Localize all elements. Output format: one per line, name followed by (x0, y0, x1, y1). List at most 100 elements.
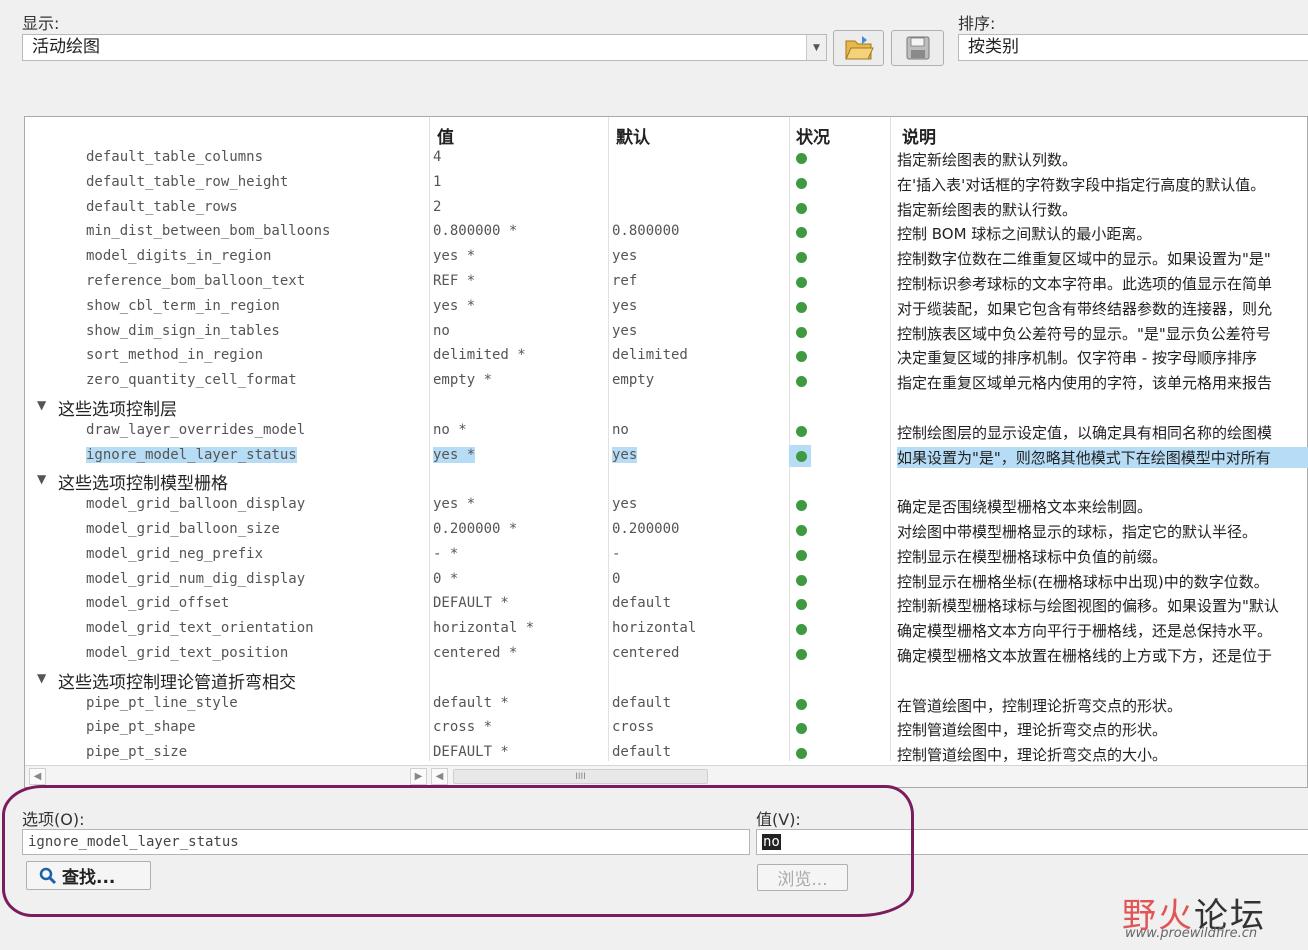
save-button[interactable] (891, 30, 944, 66)
status-dot-icon (796, 524, 807, 536)
status-dot-icon (796, 698, 807, 710)
option-default: no (612, 421, 629, 438)
scroll-left-icon[interactable]: ◀ (29, 768, 46, 785)
status-dot-icon (796, 425, 807, 437)
chevron-down-icon[interactable]: ▼ (806, 35, 826, 60)
option-value: delimited * (433, 347, 526, 364)
option-name: model_grid_num_dig_display (86, 570, 306, 587)
sort-combo[interactable]: 按类别 (958, 34, 1308, 61)
table-row[interactable]: sort_method_in_region delimited * delimite… (25, 345, 1307, 370)
table-row[interactable]: model_digits_in_region yes * yes 控制数字位数在二维重… (25, 246, 1307, 271)
table-row[interactable]: reference_bom_balloon_text REF * ref 控制标识参考… (25, 271, 1307, 296)
option-default: centered (612, 644, 680, 661)
status-dot-icon (796, 599, 807, 611)
option-default: 0.200000 (612, 520, 680, 537)
option-description: 在管道绘图中，控制理论折弯交点的形状。 (897, 696, 1183, 715)
option-value: DEFAULT * (433, 744, 509, 761)
option-value: cross * (433, 719, 493, 736)
option-field[interactable]: ignore_model_layer_status (22, 829, 750, 855)
value-field[interactable]: no (756, 829, 1308, 855)
collapse-triangle-icon[interactable]: ▼ (37, 472, 46, 486)
group-row[interactable]: ▼ 这些选项控制理论管道折弯相交 (25, 668, 1307, 693)
table-row[interactable]: pipe_pt_shape cross * cross 控制管道绘图中，理论折弯交点的… (25, 717, 1307, 742)
option-name: model_grid_balloon_size (86, 520, 280, 537)
option-value: DEFAULT * (433, 595, 509, 612)
status-dot-icon (796, 574, 807, 586)
option-name: model_grid_text_position (86, 644, 289, 661)
display-combo[interactable]: 活动绘图 ▼ (22, 34, 827, 61)
open-button[interactable] (833, 30, 884, 66)
table-row[interactable]: pipe_pt_size DEFAULT * default 控制管道绘图中，理论折弯… (25, 742, 1307, 767)
option-description: 控制显示在栅格坐标(在栅格球标中出现)中的数字位数。 (897, 572, 1269, 591)
option-description: 控制绘图层的显示设定值，以确定具有相同名称的绘图模 (897, 423, 1273, 442)
column-header-default[interactable]: 默认 (616, 123, 650, 148)
status-dot-icon (796, 549, 807, 561)
scroll-right-icon[interactable]: ▶ (410, 768, 427, 785)
option-value: yes * (433, 248, 476, 265)
table-row[interactable]: zero_quantity_cell_format empty * empty 指定在… (25, 370, 1307, 395)
option-name: default_table_columns (86, 149, 264, 165)
floppy-save-icon (906, 36, 929, 60)
table-row[interactable]: model_grid_num_dig_display 0 * 0 控制显示在栅格坐标(… (25, 569, 1307, 594)
option-description: 确定模型栅格文本方向平行于栅格线，还是总保持水平。 (897, 622, 1273, 641)
option-name: default_table_rows (86, 198, 238, 215)
option-value: yes * (433, 297, 476, 314)
group-row[interactable]: ▼ 这些选项控制模型栅格 (25, 469, 1307, 494)
scroll-thumb[interactable]: IIII (453, 769, 708, 784)
option-value: 0.200000 * (433, 520, 518, 537)
scroll-left-icon[interactable]: ◀ (431, 768, 448, 785)
browse-button[interactable]: 浏览... (757, 864, 848, 891)
option-description: 如果设置为"是"，则忽略其他模式下在绘图模型中对所有 (897, 446, 1308, 468)
option-default: delimited (612, 347, 688, 364)
option-value: no * (433, 421, 467, 438)
status-dot-icon (796, 153, 807, 164)
display-combo-value: 活动绘图 (32, 37, 100, 57)
group-label: 这些选项控制层 (58, 399, 177, 420)
option-value: empty * (433, 372, 493, 389)
table-row[interactable]: model_grid_balloon_display yes * yes 确定是否围绕… (25, 494, 1307, 519)
option-description: 指定新绘图表的默认行数。 (897, 200, 1078, 219)
status-dot-icon (796, 326, 807, 338)
table-row[interactable]: default_table_columns 4 指定新绘图表的默认列数。 (25, 147, 1307, 172)
option-description: 控制管道绘图中，理论折弯交点的形状。 (897, 721, 1168, 740)
option-name: ignore_model_layer_status (86, 446, 297, 463)
option-description: 确定是否围绕模型栅格文本来绘制圆。 (897, 498, 1153, 517)
collapse-triangle-icon[interactable]: ▼ (37, 671, 46, 685)
table-row[interactable]: model_grid_offset DEFAULT * default 控制新模型栅格… (25, 593, 1307, 618)
table-row[interactable]: show_dim_sign_in_tables no yes 控制族表区域中负公差符号… (25, 321, 1307, 346)
option-value: - * (433, 545, 459, 562)
status-dot-icon (796, 227, 807, 239)
option-name: pipe_pt_line_style (86, 694, 238, 711)
table-row[interactable]: show_cbl_term_in_region yes * yes 对于缆装配，如果它… (25, 296, 1307, 321)
collapse-triangle-icon[interactable]: ▼ (37, 398, 46, 412)
group-row[interactable]: ▼ 这些选项控制层 (25, 395, 1307, 420)
table-row[interactable]: model_grid_balloon_size 0.200000 * 0.20000… (25, 519, 1307, 544)
table-row[interactable]: pipe_pt_line_style default * default 在管道绘图中… (25, 693, 1307, 718)
table-row[interactable]: model_grid_neg_prefix - * - 控制显示在模型栅格球标中负值的… (25, 544, 1307, 569)
option-description: 控制管道绘图中，理论折弯交点的大小。 (897, 746, 1168, 765)
option-name: pipe_pt_size (86, 744, 188, 761)
column-header-description[interactable]: 说明 (902, 123, 936, 148)
column-header-value[interactable]: 值 (437, 123, 454, 148)
option-name: min_dist_between_bom_balloons (86, 223, 331, 240)
horizontal-scrollbar[interactable]: ◀ ▶ ◀ IIII (25, 765, 1307, 787)
table-row[interactable]: model_grid_text_position centered * center… (25, 643, 1307, 668)
option-name: model_grid_balloon_display (86, 496, 306, 513)
column-header-status[interactable]: 状况 (796, 123, 830, 148)
table-row[interactable]: default_table_row_height 1 在'插入表'对话框的字符数字段… (25, 172, 1307, 197)
option-default: empty (612, 372, 655, 389)
option-value: 2 (433, 198, 442, 215)
option-default: default (612, 595, 672, 612)
option-value: 1 (433, 173, 442, 190)
find-button[interactable]: 查找... (26, 861, 151, 890)
table-row[interactable]: min_dist_between_bom_balloons 0.800000 * 0… (25, 221, 1307, 246)
option-name: model_grid_offset (86, 595, 230, 612)
option-description: 控制标识参考球标的文本字符串。此选项的值显示在简单 (897, 274, 1273, 293)
table-row[interactable]: default_table_rows 2 指定新绘图表的默认行数。 (25, 197, 1307, 222)
value-label: 值(V): (756, 810, 801, 829)
table-row[interactable]: ignore_model_layer_status yes * yes 如果设置为"是… (25, 444, 1308, 470)
table-row[interactable]: model_grid_text_orientation horizontal * h… (25, 618, 1307, 643)
table-row[interactable]: draw_layer_overrides_model no * no 控制绘图层的显示… (25, 420, 1307, 445)
status-dot-icon (796, 202, 807, 214)
option-name: model_digits_in_region (86, 248, 272, 265)
